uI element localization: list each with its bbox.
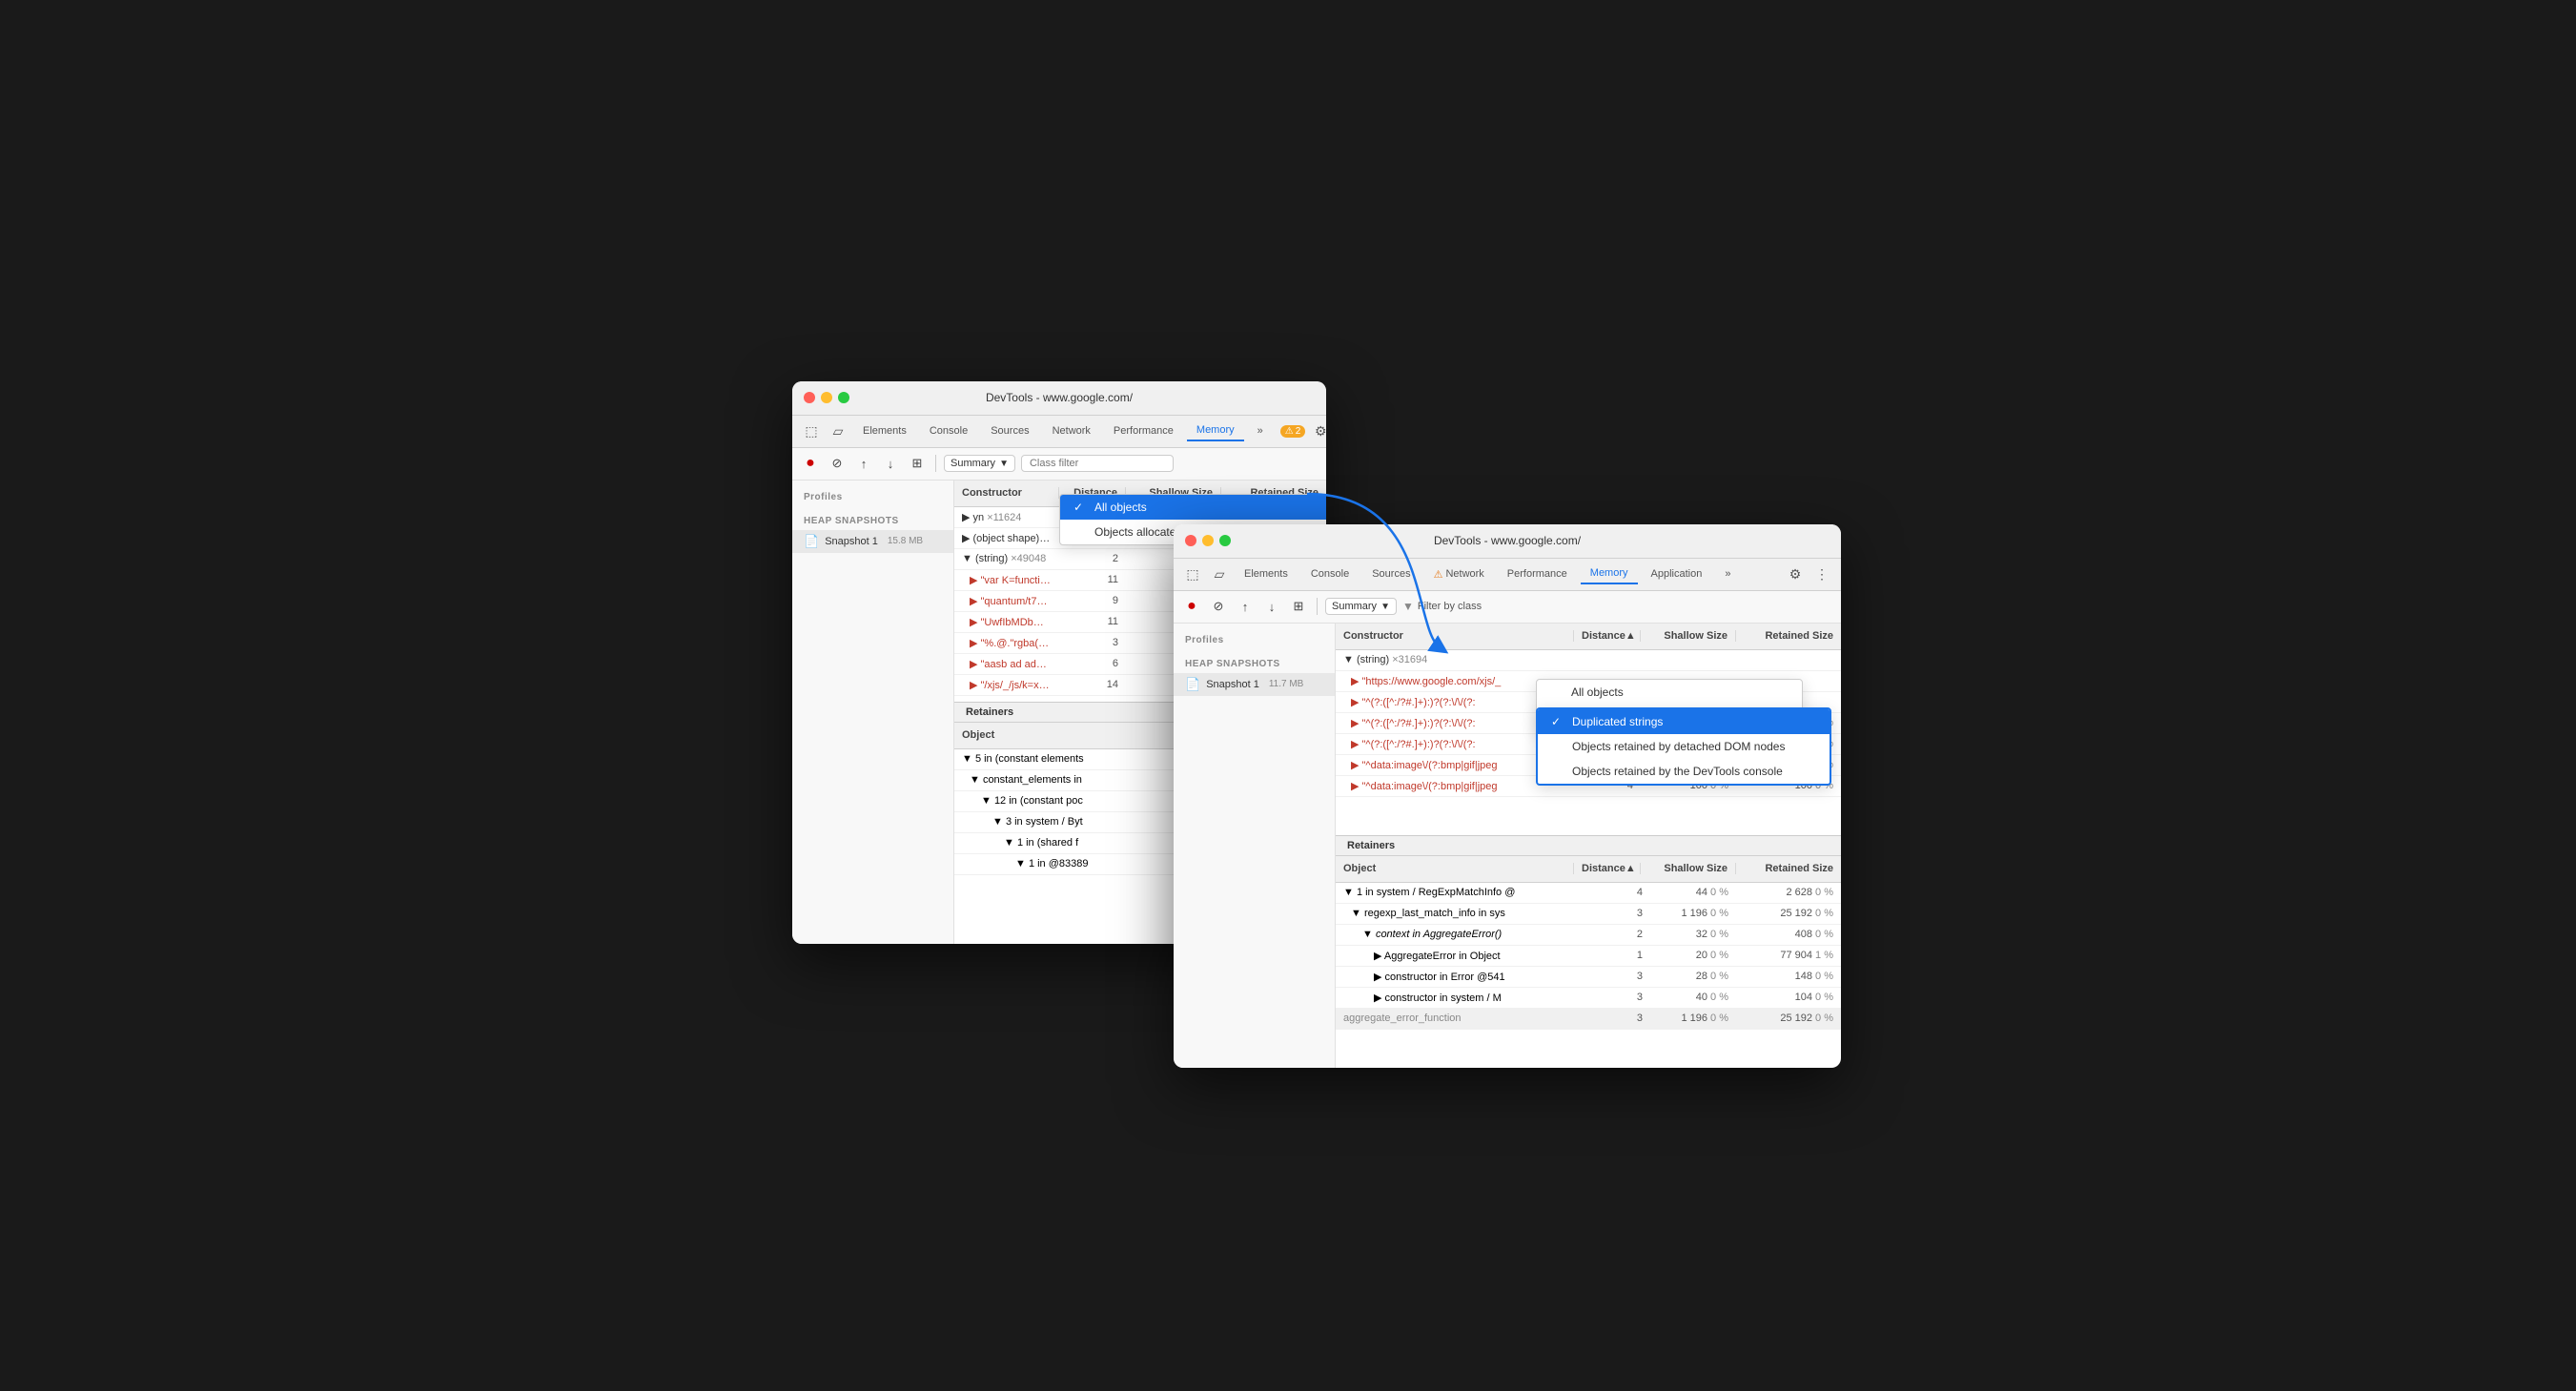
back-class-filter-input[interactable] [1021, 455, 1174, 472]
front-snapshot-icon: 📄 [1185, 677, 1200, 692]
front-filter-badge[interactable]: ▼ Filter by class [1402, 600, 1482, 613]
front-tab-network[interactable]: ⚠Network [1424, 564, 1494, 584]
front-retainer-body: ▼ 1 in system / RegExpMatchInfo @ 4 44 0… [1336, 883, 1841, 1068]
retainer-row[interactable]: ▶ constructor in system / M 3 40 0 % 104… [1336, 988, 1841, 1009]
back-close-button[interactable] [804, 392, 815, 403]
back-device-icon[interactable]: ▱ [827, 419, 849, 442]
front-record-btn[interactable]: ● [1181, 596, 1202, 617]
retainer-row[interactable]: ▶ constructor in Error @541 3 28 0 % 148… [1336, 967, 1841, 988]
front-compare-btn[interactable]: ⊞ [1288, 596, 1309, 617]
back-minimize-button[interactable] [821, 392, 832, 403]
front-filter-dropdown-detached[interactable]: Objects retained by detached DOM nodes [1538, 734, 1830, 759]
back-inspector-icon[interactable]: ⬚ [800, 419, 823, 442]
front-rth-distance: Distance▲ [1574, 863, 1641, 874]
back-tab-performance[interactable]: Performance [1104, 421, 1183, 440]
back-dropdown-item-allobjects[interactable]: ✓ All objects [1060, 495, 1326, 520]
front-inspector-icon[interactable]: ⬚ [1181, 563, 1204, 585]
back-sidebar: Profiles HEAP SNAPSHOTS 📄 Snapshot 1 15.… [792, 481, 954, 944]
front-download-btn[interactable]: ↓ [1261, 596, 1282, 617]
back-tab-sources[interactable]: Sources [981, 421, 1038, 440]
back-upload-btn[interactable]: ↑ [853, 453, 874, 474]
front-table-header: Constructor Distance▲ Shallow Size Retai… [1336, 624, 1841, 650]
back-tab-memory[interactable]: Memory [1187, 420, 1244, 441]
filter-icon: ▼ [1402, 600, 1414, 613]
front-tab-application[interactable]: Application [1642, 564, 1712, 583]
td-constructor: ▶ yn ×11624 [954, 511, 1059, 523]
front-th-distance: Distance▲ [1574, 630, 1641, 642]
front-dt-tabs: ⬚ ▱ Elements Console Sources ⚠Network Pe… [1174, 559, 1841, 591]
back-clear-btn[interactable]: ⊘ [827, 453, 848, 474]
front-tab-more[interactable]: » [1715, 564, 1740, 583]
check-icon: ✓ [1073, 501, 1089, 514]
back-window-title: DevTools - www.google.com/ [986, 391, 1133, 404]
front-tab-elements[interactable]: Elements [1235, 564, 1298, 583]
back-dt-tabs: ⬚ ▱ Elements Console Sources Network Per… [792, 416, 1326, 448]
front-filter-dropdown-console[interactable]: Objects retained by the DevTools console [1538, 759, 1830, 784]
front-window-title: DevTools - www.google.com/ [1434, 534, 1581, 547]
back-tab-more[interactable]: » [1248, 421, 1273, 440]
front-table-area: Constructor Distance▲ Shallow Size Retai… [1336, 624, 1841, 1068]
back-title-bar: DevTools - www.google.com/ [792, 381, 1326, 416]
front-th-shallow: Shallow Size [1641, 630, 1736, 642]
back-snapshot1-item[interactable]: 📄 Snapshot 1 15.8 MB [792, 530, 953, 553]
back-profiles-label: Profiles [792, 488, 953, 506]
front-dropdown-item-allobjects[interactable]: All objects [1537, 680, 1802, 705]
back-tab-network[interactable]: Network [1043, 421, 1100, 440]
check-icon: ✓ [1551, 715, 1566, 728]
back-traffic-lights [804, 392, 849, 403]
front-rth-retained: Retained Size [1736, 863, 1841, 874]
front-settings-icon[interactable]: ⚙ [1784, 563, 1807, 585]
retainer-row[interactable]: ▼ regexp_last_match_info in sys 3 1 196 … [1336, 904, 1841, 925]
front-more-icon[interactable]: ⋮ [1810, 563, 1833, 585]
front-profiles-label: Profiles [1174, 631, 1335, 649]
front-device-icon[interactable]: ▱ [1208, 563, 1231, 585]
front-filter-dropdown-duplicated[interactable]: ✓ Duplicated strings [1538, 709, 1830, 734]
back-zoom-button[interactable] [838, 392, 849, 403]
front-retainer-table-header: Object Distance▲ Shallow Size Retained S… [1336, 856, 1841, 883]
retainer-row[interactable]: ▶ AggregateError in Object 1 20 0 % 77 9… [1336, 946, 1841, 967]
back-compare-btn[interactable]: ⊞ [907, 453, 928, 474]
retainer-row[interactable]: ▼ 1 in system / RegExpMatchInfo @ 4 44 0… [1336, 883, 1841, 904]
front-tab-sources[interactable]: Sources [1362, 564, 1420, 583]
front-retainers-header: Retainers [1336, 835, 1841, 856]
front-tab-console[interactable]: Console [1301, 564, 1359, 583]
front-tab-memory[interactable]: Memory [1581, 563, 1638, 584]
front-sidebar: Profiles HEAP SNAPSHOTS 📄 Snapshot 1 11.… [1174, 624, 1336, 1068]
front-memory-toolbar: ● ⊘ ↑ ↓ ⊞ Summary ▼ ▼ Filter by class [1174, 591, 1841, 624]
front-minimize-button[interactable] [1202, 535, 1214, 546]
table-row[interactable]: ▼ (string) ×31694 [1336, 650, 1841, 671]
retainer-row[interactable]: aggregate_error_function 3 1 196 0 % 25 … [1336, 1009, 1841, 1030]
front-zoom-button[interactable] [1219, 535, 1231, 546]
front-upload-btn[interactable]: ↑ [1235, 596, 1256, 617]
back-settings-icon[interactable]: ⚙ [1309, 419, 1326, 442]
front-snapshot1-item[interactable]: 📄 Snapshot 1 11.7 MB [1174, 673, 1335, 696]
front-clear-btn[interactable]: ⊘ [1208, 596, 1229, 617]
back-th-constructor: Constructor [954, 487, 1059, 499]
front-tab-performance[interactable]: Performance [1498, 564, 1577, 583]
scene: DevTools - www.google.com/ ⬚ ▱ Elements … [764, 353, 1812, 1039]
back-download-btn[interactable]: ↓ [880, 453, 901, 474]
front-traffic-lights [1185, 535, 1231, 546]
front-main-area: Profiles HEAP SNAPSHOTS 📄 Snapshot 1 11.… [1174, 624, 1841, 1068]
front-rth-shallow: Shallow Size [1641, 863, 1736, 874]
front-heap-snapshots-label: HEAP SNAPSHOTS [1174, 655, 1335, 673]
front-title-bar: DevTools - www.google.com/ [1174, 524, 1841, 559]
back-summary-select[interactable]: Summary ▼ [944, 455, 1015, 472]
front-filter-dropdown: ✓ Duplicated strings Objects retained by… [1536, 707, 1831, 786]
front-close-button[interactable] [1185, 535, 1196, 546]
front-th-constructor: Constructor [1336, 630, 1574, 642]
retainer-row[interactable]: ▼ context in AggregateError() 2 32 0 % 4… [1336, 925, 1841, 946]
back-warning-badge: ⚠2 [1280, 425, 1306, 438]
back-tab-console[interactable]: Console [920, 421, 977, 440]
back-record-btn[interactable]: ● [800, 453, 821, 474]
back-tab-elements[interactable]: Elements [853, 421, 916, 440]
front-th-retained: Retained Size [1736, 630, 1841, 642]
back-heap-snapshots-label: HEAP SNAPSHOTS [792, 512, 953, 530]
front-summary-select[interactable]: Summary ▼ [1325, 598, 1397, 615]
front-devtools-window: DevTools - www.google.com/ ⬚ ▱ Elements … [1174, 524, 1841, 1068]
back-memory-toolbar: ● ⊘ ↑ ↓ ⊞ Summary ▼ [792, 448, 1326, 481]
back-snapshot-icon: 📄 [804, 534, 819, 549]
front-rth-object: Object [1336, 863, 1574, 874]
